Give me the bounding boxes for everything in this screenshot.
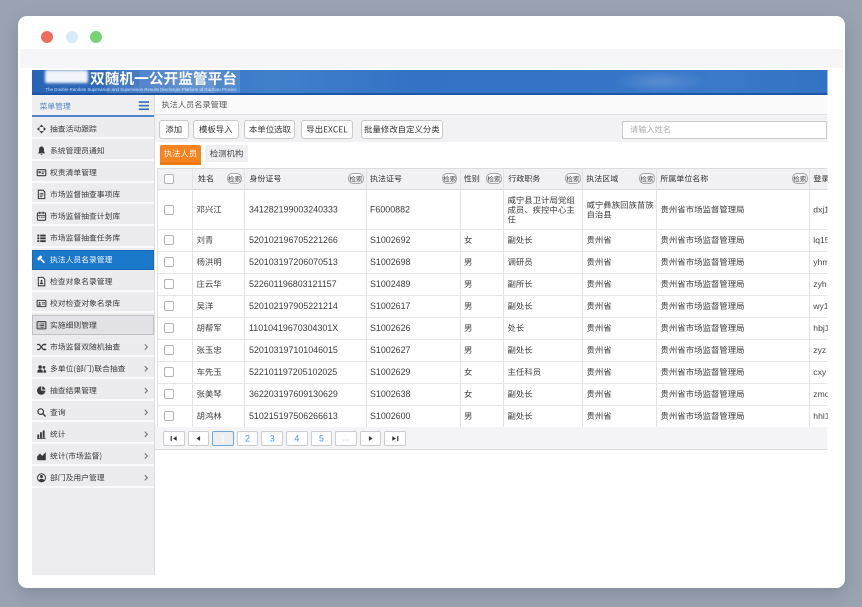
- svg-text:S1002600: S1002600: [370, 411, 411, 421]
- svg-text:341282199003240333: 341282199003240333: [249, 205, 338, 215]
- svg-text:522601196803121157: 522601196803121157: [249, 279, 337, 289]
- svg-text:1: 1: [221, 434, 226, 444]
- svg-text:zyz: zyz: [813, 345, 826, 355]
- svg-text:S1002617: S1002617: [370, 301, 411, 311]
- svg-text:zyh: zyh: [813, 279, 827, 289]
- svg-text:3: 3: [270, 434, 275, 444]
- svg-text:520103197206070513: 520103197206070513: [249, 257, 338, 267]
- svg-text:S1002489: S1002489: [370, 279, 411, 289]
- svg-text:yhm: yhm: [813, 257, 829, 267]
- svg-text:The Double-Random Supervision: The Double-Random Supervision and Superv…: [46, 87, 238, 92]
- svg-text:S1002692: S1002692: [370, 235, 411, 245]
- svg-text:S1002627: S1002627: [370, 345, 411, 355]
- svg-text:lq15: lq15: [813, 235, 829, 245]
- svg-text:zmc: zmc: [813, 389, 829, 399]
- svg-text:hhl1: hhl1: [813, 411, 829, 421]
- svg-text:S1002638: S1002638: [370, 389, 411, 399]
- svg-text:510215197506266613: 510215197506266613: [249, 411, 338, 421]
- svg-text:4: 4: [294, 434, 299, 444]
- svg-text:S1002698: S1002698: [370, 257, 411, 267]
- svg-text:5: 5: [319, 434, 324, 444]
- svg-text:520102197905221214: 520102197905221214: [249, 301, 338, 311]
- svg-text:S1002629: S1002629: [370, 367, 411, 377]
- svg-text:...: ...: [343, 434, 350, 443]
- svg-text:2: 2: [245, 434, 250, 444]
- svg-text:F6000882: F6000882: [370, 205, 410, 215]
- svg-text:520103197101046015: 520103197101046015: [249, 345, 338, 355]
- svg-text:cxy: cxy: [813, 367, 827, 377]
- svg-text:S1002626: S1002626: [370, 323, 411, 333]
- svg-text:wy1: wy1: [812, 301, 829, 311]
- svg-text:11010419670304301X: 11010419670304301X: [249, 323, 338, 333]
- svg-text:dxj1: dxj1: [813, 205, 829, 215]
- svg-text:522101197205102025: 522101197205102025: [249, 367, 337, 377]
- svg-text:hbj1: hbj1: [813, 323, 829, 333]
- svg-text:362203197609130629: 362203197609130629: [249, 389, 338, 399]
- svg-text:520102196705221266: 520102196705221266: [249, 235, 338, 245]
